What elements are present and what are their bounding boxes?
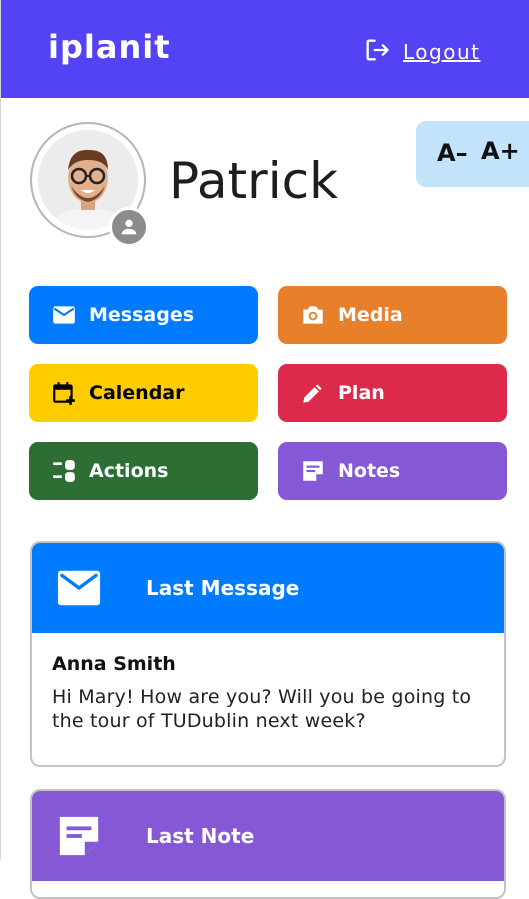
increase-font-button[interactable]: A+ — [481, 137, 520, 165]
last-note-header: Last Note — [32, 791, 504, 881]
message-sender: Anna Smith — [52, 653, 176, 675]
actions-button[interactable]: Actions — [29, 442, 258, 500]
last-message-body: Anna Smith Hi Mary! How are you? Will yo… — [32, 633, 504, 733]
calendar-button[interactable]: Calendar — [29, 364, 258, 422]
plan-button[interactable]: Plan — [278, 364, 507, 422]
logout-icon — [363, 36, 391, 68]
last-note-card[interactable]: Last Note — [30, 789, 506, 899]
brand-logo[interactable]: iplanit — [48, 28, 170, 66]
app-header: iplanit Logout — [1, 0, 529, 98]
profile-name: Patrick — [169, 152, 339, 210]
media-button[interactable]: Media — [278, 286, 507, 344]
logout-label: Logout — [403, 40, 481, 64]
notes-label: Notes — [338, 460, 401, 482]
last-message-header: Last Message — [32, 543, 504, 633]
calendar-add-icon — [51, 380, 77, 406]
actions-icon — [51, 458, 77, 484]
mail-icon — [56, 565, 102, 611]
font-size-controls: A– A+ — [416, 121, 529, 187]
logout-button[interactable]: Logout — [363, 36, 480, 68]
actions-label: Actions — [89, 460, 169, 482]
pencil-icon — [300, 380, 326, 406]
notes-button[interactable]: Notes — [278, 442, 507, 500]
last-message-title: Last Message — [146, 576, 300, 600]
media-label: Media — [338, 304, 403, 326]
camera-icon — [300, 302, 326, 328]
note-icon — [300, 458, 326, 484]
last-note-title: Last Note — [146, 824, 255, 848]
decrease-font-button[interactable]: A– — [437, 139, 468, 167]
calendar-label: Calendar — [89, 382, 185, 404]
messages-button[interactable]: Messages — [29, 286, 258, 344]
last-message-card[interactable]: Last Message Anna Smith Hi Mary! How are… — [30, 541, 506, 767]
messages-label: Messages — [89, 304, 195, 326]
note-icon — [56, 813, 102, 859]
mail-icon — [51, 302, 77, 328]
plan-label: Plan — [338, 382, 385, 404]
message-text: Hi Mary! How are you? Will you be going … — [52, 686, 472, 732]
profile-badge-icon[interactable] — [109, 207, 149, 247]
